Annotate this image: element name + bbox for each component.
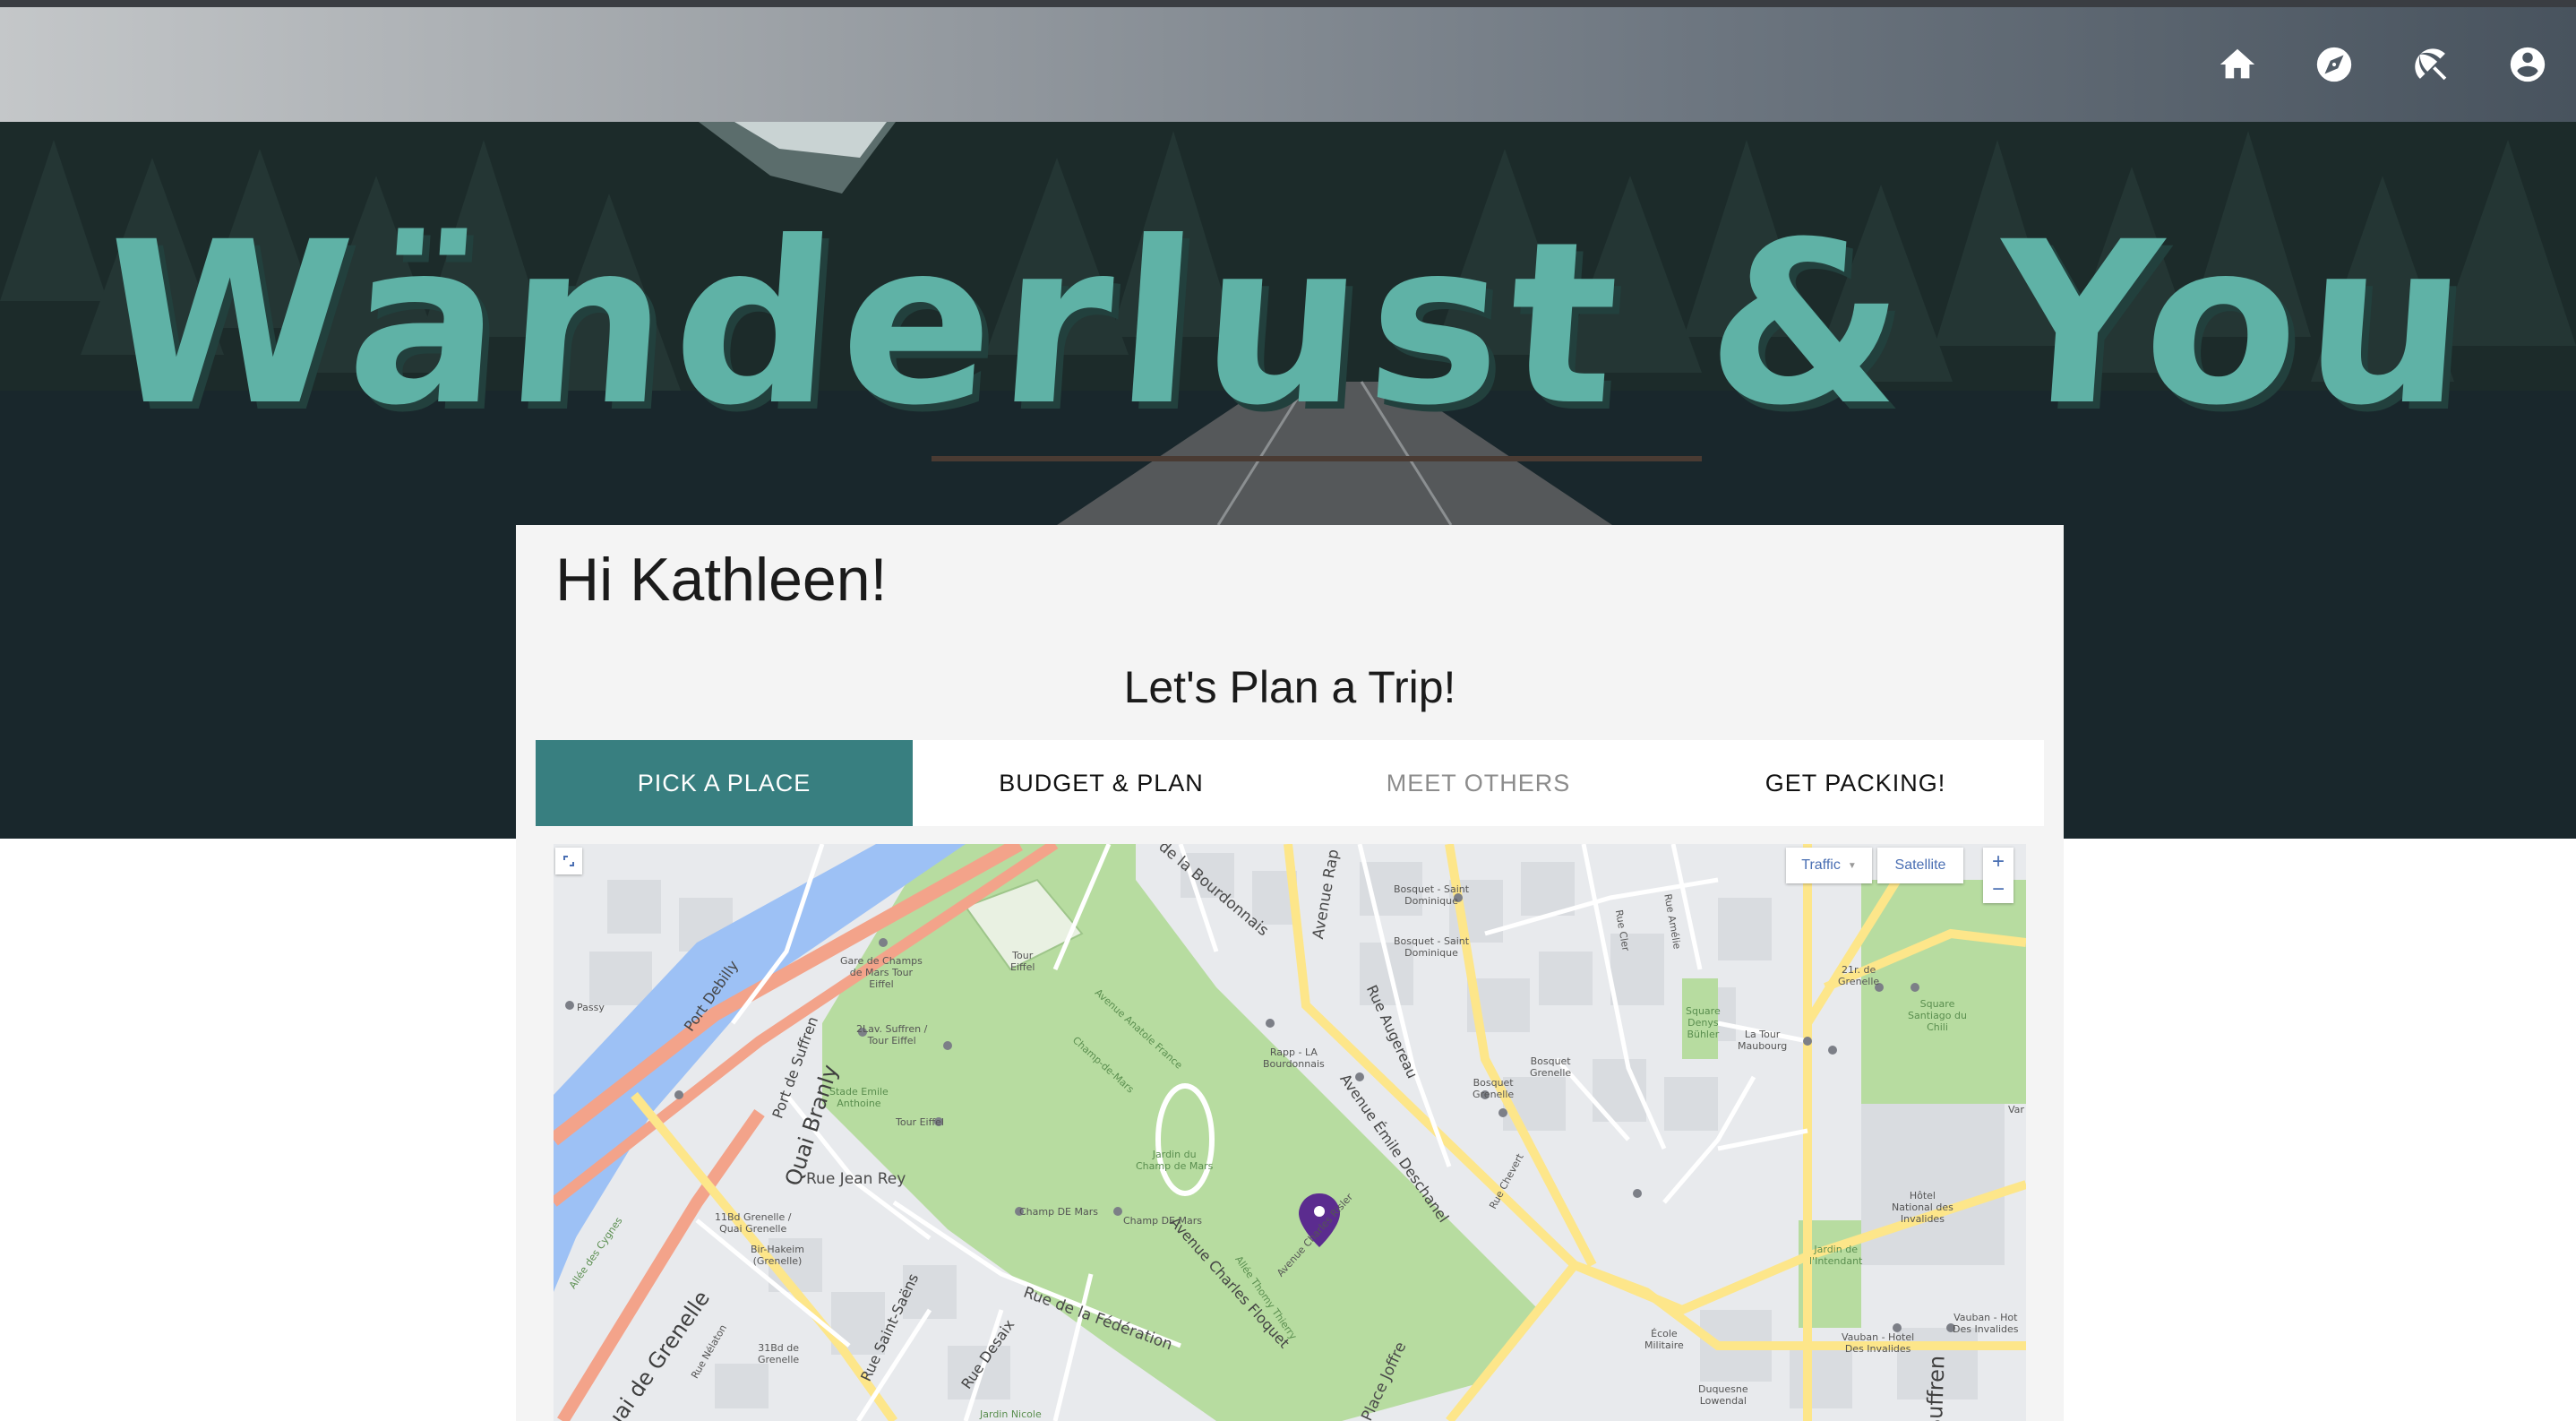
site-title: Wänderlust & You bbox=[94, 194, 2482, 454]
poi-label: Tour Eiffel bbox=[1010, 950, 1035, 973]
poi-label: Bosquet - Saint Dominique bbox=[1394, 935, 1470, 959]
poi-label: Bir-Hakeim (Grenelle) bbox=[751, 1244, 804, 1267]
poi-label: Square Santiago du Chili bbox=[1908, 998, 1967, 1033]
poi-label: Vauban - Hot Des Invalides bbox=[1953, 1312, 2019, 1335]
poi-label: 2Lav. Suffren / Tour Eiffel bbox=[856, 1023, 928, 1046]
planner-tab-bar: PICK A PLACE BUDGET & PLAN MEET OTHERS G… bbox=[536, 740, 2044, 826]
zoom-control: + − bbox=[1983, 848, 2014, 903]
account-circle-icon bbox=[2510, 47, 2546, 82]
traffic-layer-toggle[interactable]: Traffic ▼ bbox=[1786, 848, 1872, 883]
poi-label: Hôtel National des Invalides bbox=[1892, 1190, 1953, 1225]
chevron-down-icon: ▼ bbox=[1847, 860, 1857, 871]
poi-label: Bosquet Grenelle bbox=[1530, 1055, 1572, 1079]
expand-icon bbox=[563, 856, 574, 866]
poi-label: École Militaire bbox=[1644, 1328, 1684, 1351]
poi-label: Stade Emile Anthoine bbox=[829, 1086, 889, 1109]
poi-label: Champ DE Mars bbox=[1019, 1206, 1098, 1218]
poi-label: Bosquet Grenelle bbox=[1473, 1077, 1515, 1100]
tab-budget-and-plan[interactable]: BUDGET & PLAN bbox=[913, 740, 1290, 826]
satellite-layer-button[interactable]: Satellite bbox=[1877, 848, 1963, 883]
street-label: Rue Jean Rey bbox=[806, 1170, 906, 1188]
traffic-label: Traffic bbox=[1801, 857, 1841, 873]
trip-planner-card: Hi Kathleen! Let's Plan a Trip! PICK A P… bbox=[516, 525, 2064, 1421]
poi-label: Passy bbox=[577, 1002, 605, 1013]
planner-heading: Let's Plan a Trip! bbox=[1123, 662, 1456, 712]
poi-label: 21r. de Grenelle bbox=[1838, 964, 1880, 987]
user-greeting: Hi Kathleen! bbox=[555, 546, 888, 614]
poi-label: Gare de Champs de Mars Tour Eiffel bbox=[840, 955, 923, 990]
poi-label: La Tour Maubourg bbox=[1738, 1029, 1788, 1052]
home-nav-button[interactable] bbox=[2189, 7, 2286, 122]
profile-nav-button[interactable] bbox=[2479, 7, 2576, 122]
poi-label: Var bbox=[2008, 1104, 2024, 1115]
compass-icon bbox=[2316, 47, 2352, 82]
poi-label: Rapp - LA Bourdonnais bbox=[1263, 1046, 1325, 1070]
poi-label: Tour Eiffel bbox=[896, 1116, 944, 1128]
poi-label: Jardin de l'Intendant bbox=[1809, 1244, 1863, 1267]
tab-pick-a-place[interactable]: PICK A PLACE bbox=[536, 740, 913, 826]
poi-label: Square Denys Bühler bbox=[1686, 1005, 1721, 1040]
window-top-edge bbox=[0, 0, 2576, 7]
poi-label: Champ DE Mars bbox=[1123, 1215, 1202, 1227]
street-label: Suffren bbox=[1921, 1355, 1950, 1421]
poi-label: Jardin Nicole bbox=[980, 1408, 1042, 1420]
explore-nav-button[interactable] bbox=[2286, 7, 2383, 122]
poi-label: Bosquet - Saint Dominique bbox=[1394, 883, 1470, 907]
home-icon bbox=[2220, 48, 2255, 79]
fullscreen-map-button[interactable] bbox=[555, 848, 582, 874]
poi-label: 31Bd de Grenelle bbox=[758, 1342, 800, 1365]
beach-umbrella-icon bbox=[2415, 48, 2447, 81]
poi-label: Duquesne Lowendal bbox=[1698, 1383, 1748, 1407]
trips-nav-button[interactable] bbox=[2383, 7, 2479, 122]
poi-label: Jardin du Champ de Mars bbox=[1136, 1149, 1214, 1172]
top-navbar bbox=[0, 7, 2576, 122]
zoom-out-button[interactable]: − bbox=[1983, 875, 2014, 903]
poi-label: 11Bd Grenelle / Quai Grenelle bbox=[715, 1211, 792, 1235]
nav-icon-group bbox=[2189, 7, 2576, 122]
poi-label: Vauban - Hotel Des Invalides bbox=[1842, 1331, 1915, 1355]
tab-meet-others[interactable]: MEET OTHERS bbox=[1290, 740, 1667, 826]
map-view[interactable]: Traffic ▼ Satellite + − de la Bourdonnai… bbox=[554, 844, 2026, 1421]
tab-get-packing[interactable]: GET PACKING! bbox=[1667, 740, 2044, 826]
zoom-in-button[interactable]: + bbox=[1983, 848, 2014, 875]
